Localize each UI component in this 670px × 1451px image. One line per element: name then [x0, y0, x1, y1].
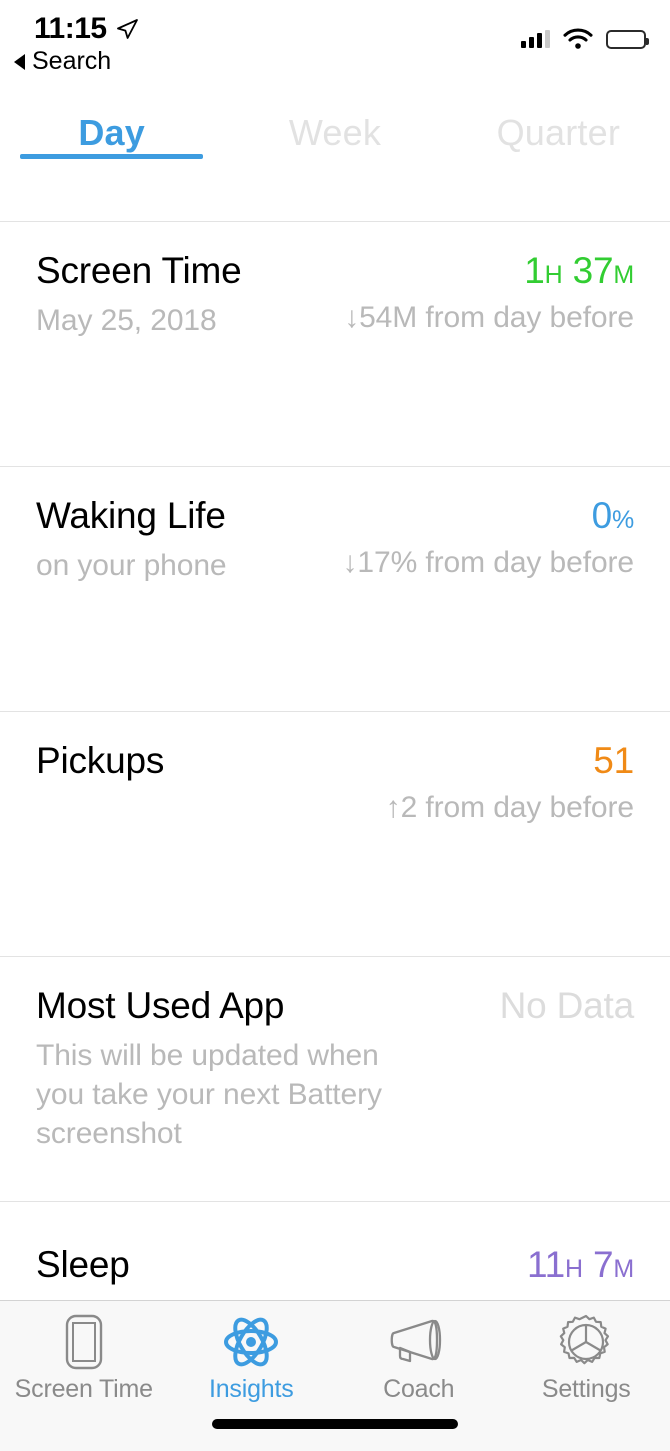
insights-list: Screen Time May 25, 2018 1H 37M ↓54M fro… [0, 222, 670, 1322]
row-subtitle: on your phone [36, 549, 227, 583]
back-to-search-button[interactable]: Search [14, 47, 111, 76]
row-value: 11H 7M [527, 1244, 634, 1285]
tab-week-label: Week [288, 112, 382, 153]
list-item-most-used-app[interactable]: Most Used App This will be updated when … [0, 957, 670, 1202]
tab-insights-label: Insights [208, 1375, 294, 1403]
tab-settings-label: Settings [541, 1375, 631, 1403]
tab-screen-time-label: Screen Time [14, 1375, 153, 1403]
atom-icon [221, 1311, 281, 1373]
tab-insights[interactable]: Insights [168, 1301, 336, 1404]
tab-quarter[interactable]: Quarter [447, 88, 670, 222]
status-bar-indicators [521, 28, 649, 50]
row-subtitle: This will be updated when you take your … [36, 1039, 382, 1151]
row-value: No Data [499, 985, 635, 1026]
status-bar-clock: 11:15 [34, 12, 107, 45]
battery-low-icon [606, 29, 649, 49]
tab-week[interactable]: Week [223, 88, 446, 222]
phone-icon [64, 1311, 104, 1373]
location-arrow-icon [116, 19, 138, 39]
megaphone-icon [388, 1311, 450, 1373]
tab-coach[interactable]: Coach [335, 1301, 503, 1404]
back-triangle-icon [14, 53, 25, 70]
home-indicator[interactable] [212, 1419, 458, 1429]
tab-screen-time[interactable]: Screen Time [0, 1301, 168, 1404]
bottom-tab-bar[interactable]: Screen Time Insights Coach Settings [0, 1300, 670, 1451]
row-title: Screen Time [36, 250, 242, 291]
tab-coach-label: Coach [383, 1375, 455, 1403]
list-item-screen-time[interactable]: Screen Time May 25, 2018 1H 37M ↓54M fro… [0, 222, 670, 467]
gear-icon [557, 1311, 615, 1373]
row-subtitle: May 25, 2018 [36, 304, 217, 338]
row-delta: ↑2 from day before [385, 791, 634, 825]
status-bar-time-group: 11:15 [34, 12, 139, 46]
tab-settings[interactable]: Settings [503, 1301, 670, 1404]
list-item-pickups[interactable]: Pickups 51 ↑2 from day before [0, 712, 670, 957]
tab-day[interactable]: Day [0, 88, 223, 222]
status-bar: 11:15 Search [0, 0, 670, 88]
row-title: Waking Life [36, 495, 226, 536]
period-segmented-control[interactable]: Day Week Quarter [0, 88, 670, 222]
back-button-label: Search [32, 47, 112, 75]
tab-day-label: Day [78, 112, 145, 153]
row-title: Pickups [36, 740, 165, 781]
row-value: 0% [591, 495, 635, 536]
row-delta: ↓54M from day before [344, 301, 634, 335]
cellular-signal-icon [521, 30, 550, 48]
wifi-icon [563, 28, 593, 49]
row-value: 1H 37M [524, 250, 634, 291]
row-title: Most Used App [36, 985, 285, 1026]
row-title: Sleep [36, 1244, 130, 1285]
row-value: 51 [593, 740, 634, 781]
row-delta: ↓17% from day before [342, 546, 635, 580]
list-item-waking-life[interactable]: Waking Life on your phone 0% ↓17% from d… [0, 467, 670, 712]
tab-quarter-label: Quarter [496, 112, 621, 153]
